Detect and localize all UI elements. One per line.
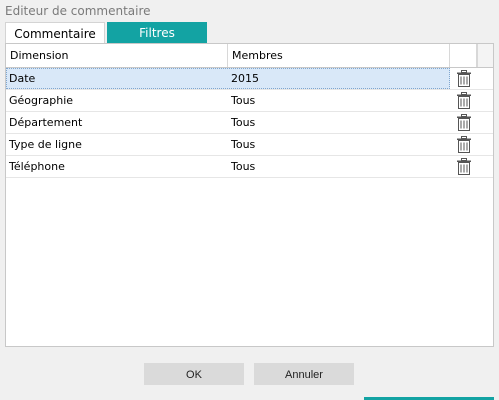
tab-commentaire[interactable]: Commentaire bbox=[5, 22, 105, 44]
row-actions-cell bbox=[450, 68, 477, 89]
table-row[interactable]: Géographie Tous bbox=[6, 90, 493, 112]
column-header-dimension[interactable]: Dimension bbox=[6, 44, 228, 67]
membres-cell[interactable]: Tous bbox=[228, 134, 450, 155]
table-row[interactable]: Date 2015 bbox=[6, 68, 493, 90]
table-row[interactable]: Type de ligne Tous bbox=[6, 134, 493, 156]
membres-cell[interactable]: Tous bbox=[228, 156, 450, 177]
table-row[interactable]: Département Tous bbox=[6, 112, 493, 134]
row-actions-cell bbox=[450, 156, 477, 177]
membres-cell[interactable]: Tous bbox=[228, 90, 450, 111]
dimension-cell[interactable]: Géographie bbox=[6, 90, 228, 111]
column-header-membres[interactable]: Membres bbox=[228, 44, 450, 67]
trash-icon[interactable] bbox=[456, 136, 472, 153]
comment-editor-dialog: Editeur de commentaire Commentaire Filtr… bbox=[0, 0, 499, 400]
dimension-cell[interactable]: Département bbox=[6, 112, 228, 133]
row-actions-cell bbox=[450, 112, 477, 133]
membres-cell[interactable]: Tous bbox=[228, 112, 450, 133]
dialog-title: Editeur de commentaire bbox=[5, 4, 151, 18]
row-actions-cell bbox=[450, 134, 477, 155]
dimension-cell[interactable]: Téléphone bbox=[6, 156, 228, 177]
tab-strip: Commentaire Filtres bbox=[5, 22, 494, 44]
trash-icon[interactable] bbox=[456, 70, 472, 87]
trash-icon[interactable] bbox=[456, 114, 472, 131]
grid-header: Dimension Membres bbox=[6, 44, 493, 68]
trash-icon[interactable] bbox=[456, 92, 472, 109]
scrollbar-corner bbox=[477, 44, 493, 67]
dimension-cell[interactable]: Type de ligne bbox=[6, 134, 228, 155]
row-actions-cell bbox=[450, 90, 477, 111]
ok-button[interactable]: OK bbox=[144, 363, 244, 385]
trash-icon[interactable] bbox=[456, 158, 472, 175]
membres-cell[interactable]: 2015 bbox=[228, 68, 450, 89]
column-header-actions bbox=[450, 44, 477, 67]
dimension-cell[interactable]: Date bbox=[6, 68, 228, 89]
filters-panel: Dimension Membres Date 2015 Géographie T… bbox=[5, 43, 494, 347]
cancel-button[interactable]: Annuler bbox=[254, 363, 354, 385]
grid-body: Date 2015 Géographie Tous Département To… bbox=[6, 68, 493, 178]
tab-filtres[interactable]: Filtres bbox=[107, 22, 207, 44]
table-row[interactable]: Téléphone Tous bbox=[6, 156, 493, 178]
